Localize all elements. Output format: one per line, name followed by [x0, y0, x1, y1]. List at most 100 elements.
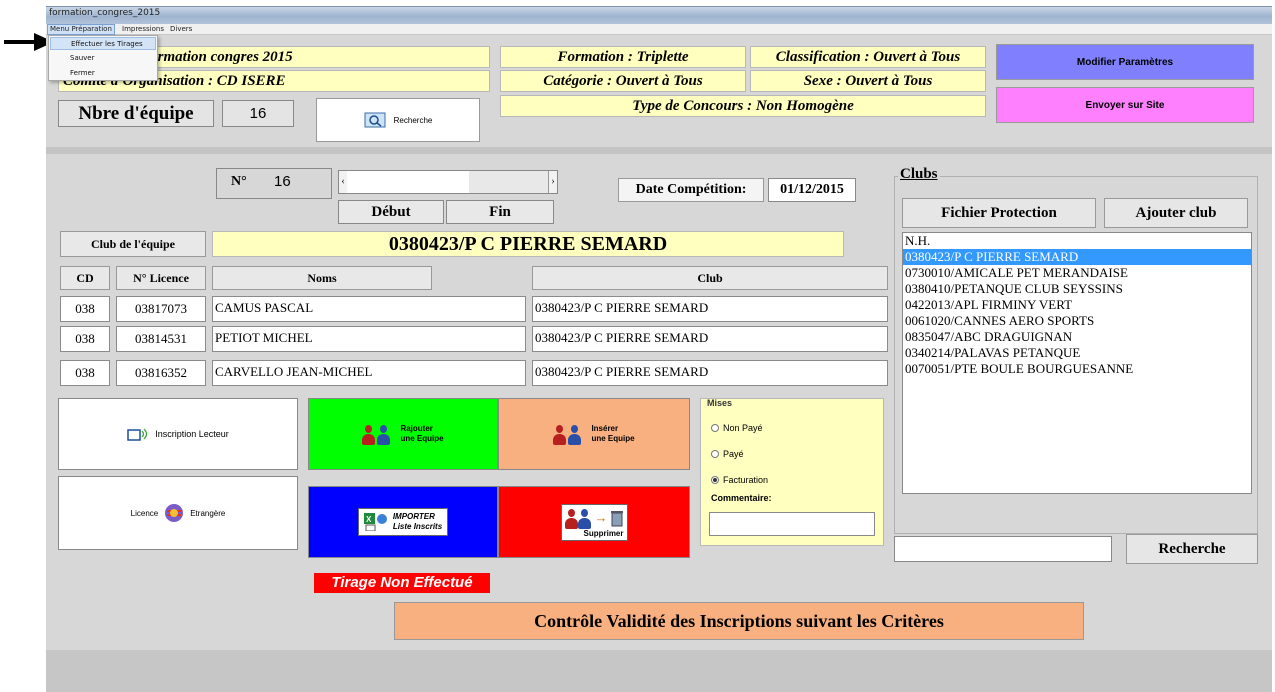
inserer-equipe-label: Insérer une Equipe: [591, 424, 634, 444]
player-club[interactable]: 0380423/P C PIERRE SEMARD: [532, 326, 888, 352]
fichier-protection-button[interactable]: Fichier Protection: [902, 198, 1096, 228]
recherche-header-label: Recherche: [393, 115, 433, 125]
player-licence[interactable]: 03814531: [116, 326, 206, 352]
radio-facturation[interactable]: Facturation: [711, 475, 768, 485]
classification-label: Classification : Ouvert à Tous: [750, 46, 986, 68]
recherche-header-button[interactable]: Recherche: [316, 98, 480, 142]
formation-label: Formation : Triplette: [500, 46, 746, 68]
team-number-box: N° 16: [216, 168, 332, 199]
player-cd[interactable]: 038: [60, 326, 110, 352]
importer-button[interactable]: X IMPORTER Liste Inscrits: [308, 486, 498, 558]
debut-button[interactable]: Début: [338, 200, 444, 224]
rajouter-equipe-button[interactable]: Rajouter une Equipe: [308, 398, 498, 470]
radio-non-paye-label: Non Payé: [723, 423, 763, 433]
inscription-lecteur-label: Inscription Lecteur: [155, 429, 229, 439]
nbre-equipe-label: Nbre d'équipe: [58, 100, 214, 127]
scroll-right-button[interactable]: ›: [548, 171, 557, 193]
player-club[interactable]: 0380423/P C PIERRE SEMARD: [532, 296, 888, 322]
importer-line-1: IMPORTER: [392, 512, 435, 521]
radio-paye[interactable]: Payé: [711, 449, 744, 459]
club-equipe-value: 0380423/P C PIERRE SEMARD: [212, 231, 844, 257]
window-title: formation_congres_2015: [49, 8, 161, 18]
licence-etrangere-button[interactable]: Licence Etrangère: [58, 476, 298, 550]
controle-validite-button[interactable]: Contrôle Validité des Inscriptions suiva…: [394, 602, 1084, 640]
inserer-equipe-button[interactable]: Insérer une Equipe: [498, 398, 690, 470]
club-equipe-label: Club de l'équipe: [60, 231, 206, 257]
club-list-item[interactable]: 0835047/ABC DRAGUIGNAN: [903, 329, 1251, 345]
col-club-header: Club: [532, 266, 888, 290]
window-titlebar: formation_congres_2015: [46, 6, 1272, 26]
mises-title: Mises: [707, 398, 733, 408]
sexe-label: Sexe : Ouvert à Tous: [750, 70, 986, 92]
excel-icon: X: [363, 513, 387, 531]
tirage-status: Tirage Non Effectué: [314, 573, 490, 593]
inserer-line-2: une Equipe: [591, 434, 635, 443]
type-concours-label: Type de Concours : Non Homogène: [500, 95, 986, 117]
categorie-label: Catégorie : Ouvert à Tous: [500, 70, 746, 92]
player-cd[interactable]: 038: [60, 360, 110, 386]
clubs-listbox[interactable]: N.H. 0380423/P C PIERRE SEMARD 0730010/A…: [902, 232, 1252, 494]
separator: [46, 147, 1272, 154]
globe-icon: [165, 504, 184, 522]
document-search-icon: [364, 112, 386, 128]
player-nom[interactable]: CAMUS PASCAL: [212, 296, 526, 322]
importer-label: IMPORTER Liste Inscrits: [393, 512, 442, 532]
commentaire-label: Commentaire:: [711, 493, 772, 503]
modifier-parametres-button[interactable]: Modifier Paramètres: [996, 44, 1254, 80]
player-nom[interactable]: PETIOT MICHEL: [212, 326, 526, 352]
ajouter-club-button[interactable]: Ajouter club: [1104, 198, 1248, 228]
team-scrollbar[interactable]: ‹ ›: [338, 170, 558, 194]
rajouter-equipe-label: Rajouter une Equipe: [400, 424, 443, 444]
radio-non-paye[interactable]: Non Payé: [711, 423, 763, 433]
club-list-item[interactable]: N.H.: [903, 233, 1251, 249]
svg-text:X: X: [366, 515, 372, 524]
supprimer-label: Supprimer: [583, 528, 624, 538]
club-list-item[interactable]: 0070051/PTE BOULE BOURGUESANNE: [903, 361, 1251, 377]
commentaire-input[interactable]: [709, 512, 875, 536]
club-list-item[interactable]: 0061020/CANNES AERO SPORTS: [903, 313, 1251, 329]
etrangere-label: Etrangère: [190, 508, 226, 518]
club-list-item[interactable]: 0730010/AMICALE PET MERANDAISE: [903, 265, 1251, 281]
fin-button[interactable]: Fin: [446, 200, 554, 224]
menu-dropdown: Effectuer les Tirages Sauver Fermer: [48, 35, 158, 81]
date-competition-label: Date Compétition:: [618, 178, 764, 202]
radio-dot[interactable]: [711, 423, 719, 432]
supprimer-button[interactable]: → Supprimer: [498, 486, 690, 558]
inserer-line-1: Insérer: [591, 424, 619, 433]
radio-dot[interactable]: [711, 475, 719, 484]
clubs-recherche-button[interactable]: Recherche: [1126, 534, 1258, 564]
club-list-item[interactable]: 0340214/PALAVAS PETANQUE: [903, 345, 1251, 361]
club-list-item-selected[interactable]: 0380423/P C PIERRE SEMARD: [903, 249, 1251, 265]
arrow-right-icon: →: [594, 510, 608, 525]
radio-paye-label: Payé: [723, 449, 744, 459]
team-number-label: N°: [231, 174, 247, 189]
menu-fermer[interactable]: Fermer: [50, 67, 156, 80]
menu-effectuer-tirages[interactable]: Effectuer les Tirages: [50, 37, 156, 50]
clubs-title: Clubs: [898, 166, 940, 183]
importer-line-2: Liste Inscrits: [392, 522, 443, 531]
club-list-item[interactable]: 0380410/PETANQUE CLUB SEYSSINS: [903, 281, 1251, 297]
people-icon: [362, 423, 394, 445]
player-nom[interactable]: CARVELLO JEAN-MICHEL: [212, 360, 526, 386]
radio-dot[interactable]: [711, 449, 719, 458]
player-licence[interactable]: 03816352: [116, 360, 206, 386]
rajouter-line-2: une Equipe: [400, 434, 444, 443]
menu-preparation[interactable]: Menu Préparation: [47, 24, 115, 35]
player-cd[interactable]: 038: [60, 296, 110, 322]
envoyer-site-button[interactable]: Envoyer sur Site: [996, 87, 1254, 123]
menubar: Menu Préparation Impressions Divers: [46, 24, 1272, 35]
player-club[interactable]: 0380423/P C PIERRE SEMARD: [532, 360, 888, 386]
clubs-search-input[interactable]: [894, 536, 1112, 562]
col-noms-header: Noms: [212, 266, 432, 290]
col-cd-header: CD: [60, 266, 110, 290]
date-competition-value[interactable]: 01/12/2015: [768, 178, 856, 202]
mises-group: Mises Non Payé Payé Facturation Commenta…: [700, 398, 884, 546]
club-list-item[interactable]: 0422013/APL FIRMINY VERT: [903, 297, 1251, 313]
scroll-thumb[interactable]: [347, 171, 469, 193]
inscription-lecteur-button[interactable]: Inscription Lecteur: [58, 398, 298, 470]
menu-impressions[interactable]: Impressions: [120, 24, 166, 34]
menu-sauver[interactable]: Sauver: [50, 52, 156, 65]
player-licence[interactable]: 03817073: [116, 296, 206, 322]
menu-divers[interactable]: Divers: [168, 24, 194, 34]
people-icon: [553, 423, 585, 445]
